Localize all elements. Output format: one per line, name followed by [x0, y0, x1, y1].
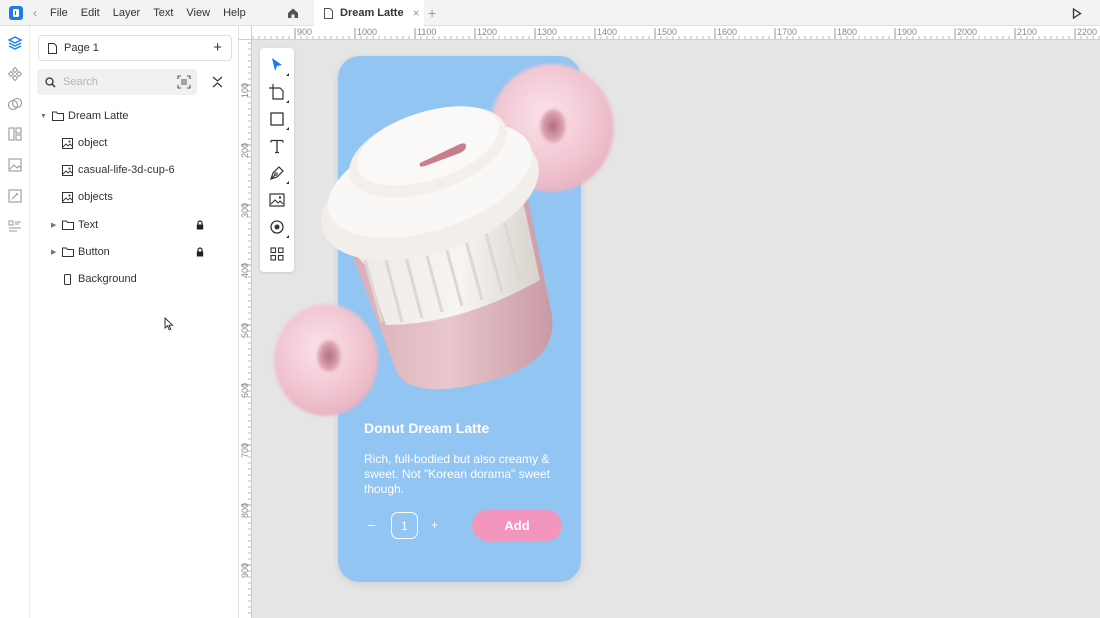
lock-icon[interactable]	[196, 247, 204, 257]
add-tab-icon[interactable]: +	[428, 5, 436, 21]
ruler-vertical-ticks: 100200300400500600700800900	[240, 42, 251, 614]
search-input[interactable]	[63, 76, 173, 88]
layers-icon[interactable]	[7, 35, 23, 51]
folder-icon	[52, 111, 64, 121]
app-logo-icon[interactable]	[9, 5, 23, 20]
page-selector[interactable]: Page 1 +	[38, 35, 232, 61]
ruler-label: 1200	[477, 27, 497, 37]
ruler-vertical: 100 200 300 400 500 600 700 800 900	[239, 40, 252, 618]
plugins-icon[interactable]	[7, 188, 23, 204]
tab-title: Dream Latte	[340, 7, 404, 19]
caret-right-icon[interactable]: ▶	[51, 248, 56, 256]
lock-icon[interactable]	[196, 220, 204, 230]
menu-layer[interactable]: Layer	[113, 7, 141, 19]
scan-icon[interactable]	[177, 75, 191, 89]
quantity-minus-button[interactable]: –	[368, 517, 375, 532]
search-box	[37, 69, 197, 95]
card-title[interactable]: Donut Dream Latte	[364, 420, 489, 436]
card-description[interactable]: Rich, full-bodied but also creamy & swee…	[364, 452, 564, 497]
ruler-label: 1000	[357, 27, 377, 37]
styles-icon[interactable]	[7, 96, 23, 112]
home-icon[interactable]	[287, 7, 299, 19]
app-window: ‹ File Edit Layer Text View Help Dream L…	[0, 0, 1100, 618]
ruler-label: 2100	[1017, 27, 1037, 37]
menu-help[interactable]: Help	[223, 7, 246, 19]
assets-icon[interactable]	[7, 157, 23, 173]
layer-row-dream-latte[interactable]: ▼ Dream Latte	[30, 105, 239, 127]
page-label: Page 1	[64, 42, 99, 54]
play-icon[interactable]	[1072, 8, 1082, 19]
rectangle-layer-icon	[64, 273, 71, 285]
layer-row-background[interactable]: Background	[30, 268, 239, 290]
ruler-label: 1500	[657, 27, 677, 37]
menu-file[interactable]: File	[50, 7, 68, 19]
ruler-label: 1400	[597, 27, 617, 37]
layer-name: objects	[78, 191, 113, 203]
mouse-cursor-icon	[164, 317, 174, 331]
ruler-horizontal: 900 1000 1100 1200 1300 1400 1500 1600 1700 1800 1…	[252, 26, 1100, 40]
search-icon	[45, 76, 56, 87]
document-icon	[324, 7, 333, 19]
ruler-label: 1100	[417, 27, 436, 37]
ruler-label: 2200	[1077, 27, 1097, 37]
layers-panel: Page 1 + ▼ Dream Latte	[30, 26, 239, 618]
layer-name: object	[78, 137, 108, 149]
caret-right-icon[interactable]: ▶	[51, 221, 56, 229]
product-illustration[interactable]	[270, 60, 630, 420]
folder-icon	[62, 247, 74, 257]
menu-view[interactable]: View	[186, 7, 210, 19]
layer-row-object[interactable]: object	[30, 132, 239, 154]
page-icon	[48, 42, 57, 54]
tab-dream-latte[interactable]: Dream Latte ×	[314, 0, 424, 26]
layer-row-cup[interactable]: casual-life-3d-cup-6	[30, 159, 239, 181]
ruler-horizontal-ticks: 900 1000 1100 1200 1300 1400 1500 1600 1700 1800 1…	[252, 27, 1100, 39]
quantity-value[interactable]: 1	[391, 512, 418, 539]
image-layer-icon	[62, 191, 73, 203]
close-icon[interactable]: ×	[413, 6, 420, 20]
donut-bottom	[274, 304, 378, 416]
image-layer-icon	[62, 137, 73, 149]
collapse-all-icon[interactable]	[212, 76, 223, 88]
ruler-label: 1600	[717, 27, 737, 37]
ruler-label: 900	[297, 27, 312, 37]
components-icon[interactable]	[7, 66, 23, 82]
chevron-left-icon[interactable]: ‹	[33, 6, 37, 20]
ruler-label: 1900	[897, 27, 917, 37]
folder-icon	[62, 220, 74, 230]
layer-row-button[interactable]: ▶ Button	[30, 241, 239, 263]
top-bar: ‹ File Edit Layer Text View Help Dream L…	[0, 0, 1100, 26]
layer-row-text[interactable]: ▶ Text	[30, 214, 239, 236]
libraries-icon[interactable]	[7, 126, 23, 142]
quantity-plus-button[interactable]: +	[431, 518, 438, 532]
layer-name: Background	[78, 273, 137, 285]
layer-name: Text	[78, 219, 99, 231]
ruler-label: 1700	[777, 27, 797, 37]
layer-name: Button	[78, 246, 110, 258]
layer-name: casual-life-3d-cup-6	[78, 164, 175, 176]
ruler-label: 1300	[537, 27, 557, 37]
add-button[interactable]: Add	[472, 510, 562, 541]
layer-name: Dream Latte	[68, 110, 129, 122]
tool-rail	[0, 26, 30, 618]
ruler-label: 2000	[957, 27, 977, 37]
menu-edit[interactable]: Edit	[81, 7, 100, 19]
menu-text[interactable]: Text	[153, 7, 173, 19]
add-page-icon[interactable]: +	[213, 39, 222, 56]
caret-down-icon[interactable]: ▼	[40, 113, 47, 120]
properties-icon[interactable]	[7, 218, 23, 234]
ruler-corner	[239, 26, 252, 40]
image-layer-icon	[62, 164, 73, 176]
ruler-label: 1800	[837, 27, 857, 37]
layer-row-objects[interactable]: objects	[30, 186, 239, 208]
